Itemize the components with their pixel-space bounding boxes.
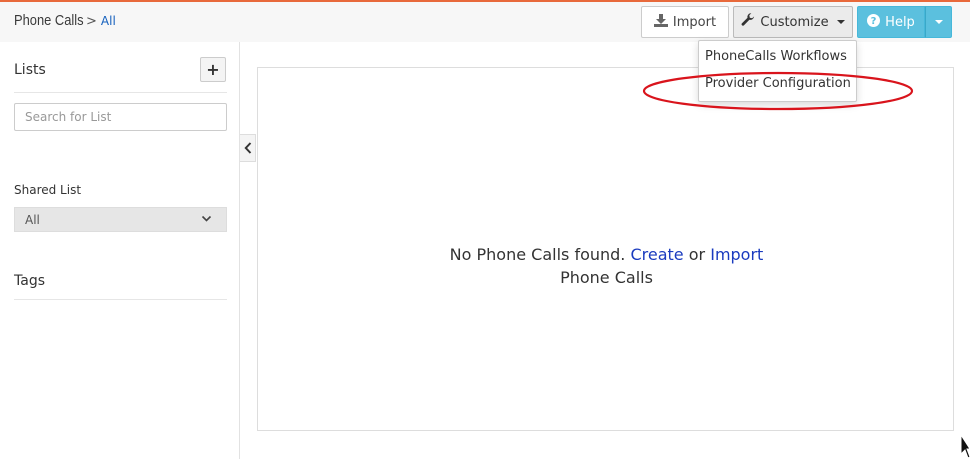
svg-text:?: ? [871,16,877,27]
search-list-input[interactable] [14,103,227,131]
empty-state-message: No Phone Calls found. Create or Import P… [258,243,955,289]
import-link[interactable]: Import [710,245,763,264]
import-button-label: Import [672,14,717,30]
lists-heading: Lists [14,62,46,78]
sidebar-divider [14,92,227,93]
shared-list-label: Shared List [14,183,82,197]
menu-item-phonecalls-workflows[interactable]: PhoneCalls Workflows [699,45,856,69]
chevron-left-icon [243,139,252,158]
chevron-down-icon [201,213,212,227]
module-title[interactable]: Phone Calls [14,12,84,29]
breadcrumb-separator: > [86,14,97,29]
download-icon [653,13,668,31]
create-link[interactable]: Create [630,245,683,264]
help-dropdown-toggle[interactable] [925,6,952,38]
empty-state-module: Phone Calls [560,268,653,287]
shared-list-value: All [25,212,40,227]
customize-button[interactable]: Customize [733,6,853,38]
tags-heading: Tags [14,273,45,289]
caret-down-icon [934,20,943,24]
lists-sidebar: Lists + Shared List All Tags [0,42,240,459]
help-button-label: Help [885,14,915,30]
mouse-cursor-icon [960,434,970,459]
wrench-icon [741,13,755,31]
sidebar-divider [14,299,227,300]
page-header: Phone Calls > All Import Customize ? Hel… [0,2,970,42]
empty-state-text: No Phone Calls found. [449,245,626,264]
add-list-button[interactable]: + [200,57,226,82]
empty-state-or: or [688,245,706,264]
question-circle-icon: ? [867,13,881,31]
help-button[interactable]: ? Help [857,6,925,38]
breadcrumb-current-list[interactable]: All [101,14,116,28]
customize-dropdown-menu: PhoneCalls Workflows Provider Configurat… [698,40,857,102]
breadcrumb: Phone Calls > All [14,12,116,29]
collapse-sidebar-button[interactable] [240,134,256,162]
import-button[interactable]: Import [641,6,729,38]
shared-list-select[interactable]: All [14,207,227,232]
list-content-panel: No Phone Calls found. Create or Import P… [257,67,954,431]
menu-item-provider-configuration[interactable]: Provider Configuration [699,72,856,96]
caret-down-icon [836,20,845,24]
customize-button-label: Customize [760,14,829,30]
